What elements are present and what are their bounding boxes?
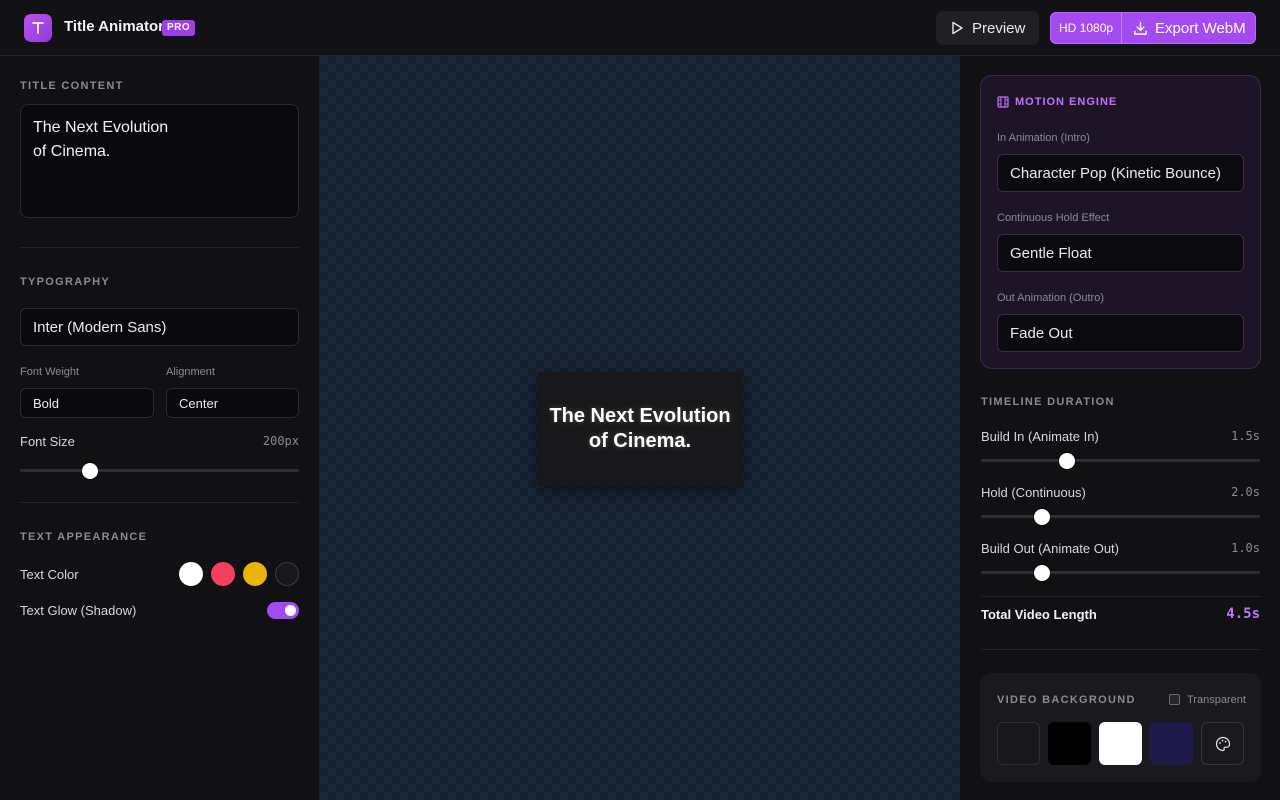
preview-label: Preview — [972, 19, 1026, 37]
hold-effect-label: Continuous Hold Effect — [997, 212, 1110, 224]
in-animation-label: In Animation (Intro) — [997, 132, 1090, 144]
text-color-yellow[interactable] — [243, 562, 267, 586]
total-length-label: Total Video Length — [981, 607, 1097, 622]
film-icon — [997, 96, 1009, 108]
divider — [981, 649, 1260, 650]
font-size-label: Font Size — [20, 434, 75, 449]
build-in-value: 1.5s — [1231, 429, 1260, 443]
play-icon — [952, 21, 963, 35]
toggle-knob — [285, 605, 296, 616]
out-animation-label: Out Animation (Outro) — [997, 292, 1104, 304]
text-color-label: Text Color — [20, 567, 79, 582]
build-out-label: Build Out (Animate Out) — [981, 541, 1119, 556]
title-text-input[interactable]: The Next Evolution of Cinema. — [20, 104, 299, 218]
resolution-selector[interactable]: HD 1080p — [1051, 13, 1123, 43]
hold-slider[interactable] — [981, 515, 1260, 518]
app-title: Title Animator — [64, 18, 165, 35]
download-icon — [1134, 21, 1147, 35]
font-family-select[interactable]: Inter (Modern Sans) — [20, 308, 299, 346]
total-length-value: 4.5s — [1226, 606, 1260, 622]
text-color-dark[interactable] — [275, 562, 299, 586]
export-webm-button[interactable]: Export WebM — [1122, 20, 1255, 37]
custom-color-button[interactable] — [1201, 722, 1244, 765]
bg-swatch-charcoal[interactable] — [997, 722, 1040, 765]
palette-icon — [1215, 736, 1230, 751]
divider — [20, 502, 299, 503]
text-t-icon — [32, 22, 44, 34]
title-preview-frame: The Next Evolution of Cinema. — [538, 372, 742, 486]
build-in-slider[interactable] — [981, 459, 1260, 462]
preview-canvas: The Next Evolution of Cinema. — [320, 56, 960, 800]
transparent-label: Transparent — [1187, 694, 1246, 706]
out-animation-select[interactable]: Fade Out — [997, 314, 1244, 352]
text-color-rose[interactable] — [211, 562, 235, 586]
left-sidebar: TITLE CONTENT The Next Evolution of Cine… — [0, 56, 320, 800]
text-glow-toggle[interactable] — [267, 602, 299, 619]
in-animation-select[interactable]: Character Pop (Kinetic Bounce) — [997, 154, 1244, 192]
text-appearance-heading: TEXT APPEARANCE — [20, 531, 148, 543]
title-content-heading: TITLE CONTENT — [20, 80, 124, 92]
build-out-value: 1.0s — [1231, 541, 1260, 555]
hold-effect-select[interactable]: Gentle Float — [997, 234, 1244, 272]
hold-value: 2.0s — [1231, 485, 1260, 499]
text-glow-label: Text Glow (Shadow) — [20, 603, 137, 618]
export-label: Export WebM — [1155, 19, 1246, 37]
typography-heading: TYPOGRAPHY — [20, 276, 111, 288]
font-size-slider-thumb[interactable] — [81, 463, 98, 479]
bg-swatch-indigo[interactable] — [1150, 722, 1193, 765]
font-size-value: 200px — [262, 434, 299, 448]
title-preview-text: The Next Evolution of Cinema. — [549, 405, 731, 452]
alignment-select[interactable]: Center — [166, 388, 299, 418]
video-background-heading: VIDEO BACKGROUND — [997, 694, 1136, 706]
divider — [981, 596, 1260, 597]
motion-engine-heading: MOTION ENGINE — [1015, 96, 1118, 108]
divider — [20, 247, 299, 248]
build-out-slider[interactable] — [981, 571, 1260, 574]
text-color-white[interactable] — [179, 562, 203, 586]
font-weight-select[interactable]: Bold — [20, 388, 154, 418]
hold-label: Hold (Continuous) — [981, 485, 1086, 500]
bg-swatch-black[interactable] — [1048, 722, 1091, 765]
alignment-label: Alignment — [166, 366, 215, 378]
preview-button[interactable]: Preview — [936, 11, 1039, 45]
transparent-checkbox[interactable] — [1169, 694, 1180, 705]
font-size-slider[interactable] — [20, 469, 299, 472]
build-in-label: Build In (Animate In) — [981, 429, 1099, 444]
pro-badge: PRO — [162, 20, 196, 36]
font-weight-label: Font Weight — [20, 366, 80, 378]
export-control: HD 1080p Export WebM — [1050, 12, 1256, 44]
app-logo — [24, 14, 52, 42]
top-bar: Title Animator PRO Preview HD 1080p Expo… — [0, 0, 1280, 56]
timeline-duration-heading: TIMELINE DURATION — [981, 396, 1115, 408]
bg-swatch-white[interactable] — [1099, 722, 1142, 765]
